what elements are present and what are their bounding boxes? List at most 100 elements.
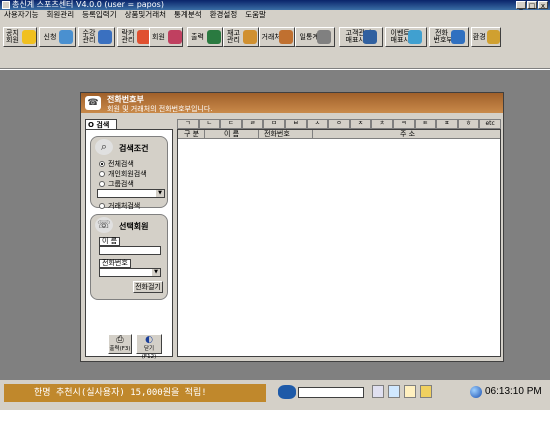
selected-member-title: 선택회원 [119, 222, 149, 231]
chevron-down-icon[interactable]: ▼ [156, 190, 164, 197]
radio-dot-icon [99, 171, 105, 177]
toolbar-button-label: 락커 관리 [121, 29, 135, 44]
toolbar-button-label: 전화 번호부 [433, 29, 453, 44]
toolbar-button-6[interactable]: 재고 관리 [223, 27, 259, 47]
index-tab-13[interactable]: ㅎ [457, 119, 480, 129]
toolbar: 공지 회원 신청 수강 관리 락커 관리 회원 출력 재고 관리 거래처 일통계 고객관리 매표시… [0, 19, 550, 69]
menu-products-vendors[interactable]: 상품및거래처 [125, 10, 166, 19]
col-address[interactable]: 주 소 [400, 130, 415, 139]
radio-personal-search[interactable]: 개인회원검색 [99, 169, 147, 179]
col-name[interactable]: 이 름 [224, 130, 239, 139]
radio-dot-icon [99, 161, 105, 167]
bottom-margin [0, 410, 550, 430]
radio-group-search[interactable]: 그룹검색 [99, 179, 134, 189]
magnifier-icon: ⌕ [95, 139, 113, 155]
index-tab-14[interactable]: etc [479, 119, 501, 129]
radio-dot-icon [99, 181, 105, 187]
toolbar-button-label: 출력 [191, 32, 204, 41]
index-tab-1[interactable]: ㄴ [198, 119, 221, 129]
ticker-message: 한명 추천시(실사용자) 15,000원을 적립! [4, 384, 266, 402]
radio-dot-icon [99, 203, 105, 209]
printer-icon: ⎙ [116, 335, 124, 345]
telephone-icon: ☏ [95, 217, 113, 233]
phone-select[interactable]: ▼ [99, 268, 161, 277]
tray-mail-icon[interactable] [420, 385, 432, 398]
card-icon [59, 30, 73, 44]
toolbar-button-label: 일통계 [299, 32, 319, 41]
customer-icon [362, 30, 377, 44]
index-tabs: ㄱㄴㄷㄹㅁㅂㅅㅇㅈㅊㅋㅌㅍㅎ etc [177, 119, 501, 129]
bulb-icon [21, 30, 36, 44]
toolbar-button-12[interactable]: 환경 [471, 27, 501, 47]
index-tab-4[interactable]: ㅁ [263, 119, 285, 129]
index-tab-3[interactable]: ㄹ [241, 119, 264, 129]
index-tab-2[interactable]: ㄷ [220, 119, 242, 129]
group-select[interactable]: ▼ [97, 189, 165, 198]
phonebook-list[interactable]: 구 분 이 름 전화번호 주 소 [177, 129, 501, 357]
index-tab-8[interactable]: ㅈ [349, 119, 372, 129]
status-bar: 한명 추천시(실사용자) 15,000원을 적립! 06:13:10 PM [0, 380, 550, 410]
toolbar-button-0[interactable]: 공지 회원 [3, 27, 37, 47]
phonebook-window: ☎ 전화번호부 회원 및 거래처의 전화번호부입니다. O 검색 ⌕ 검색조건 … [80, 92, 504, 362]
toolbar-button-5[interactable]: 출력 [187, 27, 223, 47]
maximize-button[interactable]: □ [527, 1, 537, 10]
chevron-down-icon[interactable]: ▼ [152, 269, 160, 276]
search-condition-group: ⌕ 검색조건 전체검색 개인회원검색 그룹검색 ▼ 거래처검색 [90, 136, 168, 211]
menu-bar: 사용자기능 회원관리 등록입력기 상품및거래처 통계분석 환경설정 도움말 [0, 10, 550, 19]
menu-registration[interactable]: 등록입력기 [82, 10, 117, 19]
event-icon [407, 30, 422, 44]
title-bar: 총신계 스포츠센터 V4.0.0 (user = papos) _ □ x [0, 0, 550, 10]
toolbar-button-4[interactable]: 회원 [149, 27, 183, 47]
menu-help[interactable]: 도움말 [245, 10, 266, 19]
name-label: 이 름 [99, 237, 121, 246]
app-icon [2, 1, 10, 9]
index-tab-7[interactable]: ㅇ [328, 119, 350, 129]
close-panel-button[interactable]: ◐ 닫기(F12) [136, 334, 162, 360]
dial-button[interactable]: 전화걸기 [133, 281, 163, 293]
index-tab-0[interactable]: ㄱ [177, 119, 199, 129]
index-tab-12[interactable]: ㅍ [436, 119, 458, 129]
chart-icon [316, 30, 331, 44]
index-tab-6[interactable]: ㅅ [306, 119, 329, 129]
toolbar-button-label: 거래처 [261, 32, 281, 41]
toolbar-button-label: 고객관리 매표시 [345, 29, 372, 44]
minimize-button[interactable]: _ [516, 1, 526, 10]
selected-member-group: ☏ 선택회원 이 름 전화번호 ▼ 전화걸기 [90, 214, 168, 300]
tray-monitor-icon[interactable] [372, 385, 384, 398]
index-tab-10[interactable]: ㅋ [392, 119, 415, 129]
toolbar-button-2[interactable]: 수강 관리 [78, 27, 115, 47]
toolbar-button-1[interactable]: 신청 [39, 27, 76, 47]
col-phone[interactable]: 전화번호 [264, 130, 290, 139]
menu-user-functions[interactable]: 사용자기능 [4, 10, 39, 19]
phonebook-icon: ☎ [85, 96, 101, 110]
box-icon [242, 30, 257, 44]
clock: 06:13:10 PM [470, 384, 542, 400]
radio-all-search[interactable]: 전체검색 [99, 159, 134, 169]
index-tab-5[interactable]: ㅂ [284, 119, 307, 129]
book-icon[interactable] [278, 385, 296, 399]
toolbar-button-7[interactable]: 거래처 [259, 27, 295, 47]
close-icon: ◐ [145, 335, 153, 345]
menu-settings[interactable]: 환경설정 [210, 10, 238, 19]
menu-member-management[interactable]: 회원관리 [47, 10, 75, 19]
toolbar-button-label: 재고 관리 [227, 29, 240, 44]
tray-note-icon[interactable] [388, 385, 400, 398]
toolbar-button-11[interactable]: 전화 번호부 [429, 27, 469, 47]
close-button[interactable]: x [538, 1, 548, 10]
status-input[interactable] [298, 387, 364, 398]
print-button[interactable]: ⎙ 출력(F3) [108, 334, 132, 354]
toolbar-button-label: 수강 관리 [82, 29, 96, 44]
toolbar-button-8[interactable]: 일통계 [295, 27, 335, 47]
index-tab-11[interactable]: ㅌ [414, 119, 437, 129]
radio-vendor-search[interactable]: 거래처검색 [99, 201, 140, 211]
index-tab-9[interactable]: ㅊ [371, 119, 393, 129]
globe-icon [470, 386, 482, 398]
toolbar-button-10[interactable]: 이벤트 매표시 [385, 27, 427, 47]
name-field[interactable] [99, 246, 161, 255]
toolbar-button-label: 이벤트 매표시 [390, 29, 410, 44]
tray-memo-icon[interactable] [404, 385, 416, 398]
col-category[interactable]: 구 분 [184, 130, 199, 139]
toolbar-button-label: 공지 회원 [6, 29, 19, 44]
toolbar-button-9[interactable]: 고객관리 매표시 [339, 27, 383, 47]
menu-statistics[interactable]: 통계분석 [174, 10, 202, 19]
